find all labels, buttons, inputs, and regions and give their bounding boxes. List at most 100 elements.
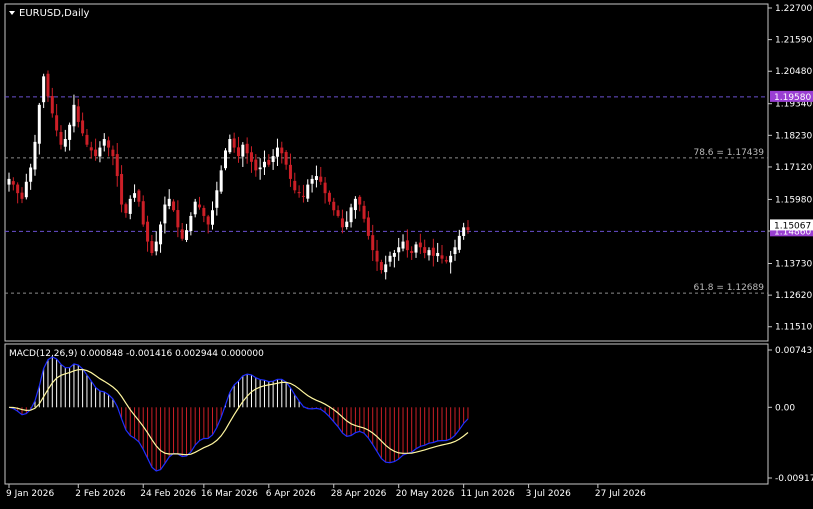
time-tick-label: 24 Feb 2026 bbox=[140, 489, 196, 499]
price-tick-label: 1.15980 bbox=[775, 195, 812, 205]
candle-body bbox=[124, 204, 128, 214]
candle-body bbox=[358, 196, 362, 205]
price-tick-label: 1.18230 bbox=[775, 131, 812, 141]
chart-window[interactable]: 78.6 = 1.17439 61.8 = 1.12689 1.22700 1.21… bbox=[0, 0, 813, 505]
time-tick-label: 9 Jan 2026 bbox=[6, 489, 54, 499]
time-tick-label: 28 Apr 2026 bbox=[331, 489, 387, 499]
macd-label: MACD(12,26,9) 0.000848 -0.001416 0.00294… bbox=[9, 349, 264, 359]
candle-body bbox=[267, 159, 271, 165]
candle-body bbox=[206, 216, 210, 225]
candle-body bbox=[37, 104, 41, 144]
price-tick-label: 1.20480 bbox=[775, 67, 812, 77]
candle-body bbox=[176, 210, 180, 228]
candle-body bbox=[241, 144, 245, 157]
candle-body bbox=[180, 229, 184, 239]
candle-body bbox=[167, 198, 171, 207]
candle-body bbox=[189, 215, 193, 232]
candle-body bbox=[410, 251, 414, 253]
candle-body bbox=[20, 192, 24, 199]
candle-body bbox=[33, 141, 37, 170]
candle-body bbox=[172, 201, 176, 211]
candle-body bbox=[423, 247, 427, 253]
candle-body bbox=[306, 184, 310, 199]
candle-body bbox=[85, 134, 89, 145]
candle-body bbox=[146, 221, 150, 242]
candle-body bbox=[98, 147, 102, 157]
candle-body bbox=[50, 96, 54, 114]
candle-body bbox=[102, 139, 106, 146]
candle-body bbox=[94, 149, 98, 157]
macd-tick-label: -0.009176 bbox=[775, 474, 813, 484]
candle-body bbox=[59, 132, 63, 145]
candle-body bbox=[63, 139, 67, 147]
candle-body bbox=[262, 161, 266, 168]
time-tick-label: 11 Jun 2026 bbox=[461, 489, 515, 499]
candle-body bbox=[449, 255, 453, 263]
price-tick-label: 1.12620 bbox=[775, 291, 812, 301]
candle-body bbox=[388, 255, 392, 262]
candle-body bbox=[115, 154, 119, 177]
candle-body bbox=[219, 170, 223, 192]
price-tick-label: 1.11510 bbox=[775, 323, 812, 333]
candle-body bbox=[107, 140, 111, 148]
candle-body bbox=[466, 227, 470, 231]
candle-body bbox=[215, 190, 219, 208]
candle-body bbox=[163, 204, 167, 224]
candle-body bbox=[431, 247, 435, 256]
candle-body bbox=[16, 184, 20, 194]
candle-body bbox=[133, 193, 137, 198]
candle-body bbox=[232, 138, 236, 148]
candle-body bbox=[327, 192, 331, 202]
time-tick-label: 27 Jul 2026 bbox=[595, 489, 646, 499]
candle-body bbox=[319, 176, 323, 182]
candle-body bbox=[81, 120, 85, 134]
candle-body bbox=[418, 242, 422, 248]
time-tick-label: 6 Apr 2026 bbox=[266, 489, 316, 499]
symbol-label: EURUSD,Daily bbox=[19, 8, 90, 19]
price-tick-label: 1.22700 bbox=[775, 4, 812, 14]
candle-body bbox=[310, 178, 314, 184]
candle-body bbox=[414, 244, 418, 253]
candle-body bbox=[228, 139, 232, 153]
time-tick-label: 20 May 2026 bbox=[396, 489, 455, 499]
candle-body bbox=[202, 207, 206, 216]
candle-body bbox=[245, 143, 249, 154]
candle-body bbox=[150, 241, 154, 253]
candle-body bbox=[397, 247, 401, 253]
fibonacci-level-label: 61.8 = 1.12689 bbox=[693, 283, 764, 293]
candle-body bbox=[159, 224, 163, 245]
candle-body bbox=[72, 104, 76, 127]
candle-body bbox=[301, 195, 305, 197]
candle-body bbox=[371, 235, 375, 251]
candle-body bbox=[89, 147, 93, 151]
candle-body bbox=[258, 167, 262, 170]
candle-body bbox=[314, 176, 318, 181]
time-tick-label: 16 Mar 2026 bbox=[201, 489, 258, 499]
candle-body bbox=[375, 250, 379, 262]
candle-body bbox=[405, 240, 409, 251]
candle-body bbox=[185, 230, 189, 240]
level-price-tag-label: 1.19580 bbox=[774, 93, 811, 103]
candle-body bbox=[444, 260, 448, 262]
candle-body bbox=[284, 152, 288, 165]
candle-body bbox=[362, 205, 366, 219]
candle-body bbox=[293, 180, 297, 191]
candle-body bbox=[224, 150, 227, 169]
candle-body bbox=[349, 207, 353, 223]
candle-body bbox=[345, 221, 349, 228]
candle-body bbox=[55, 115, 59, 131]
candle-body bbox=[340, 218, 344, 228]
candle-body bbox=[137, 190, 141, 202]
candle-body bbox=[462, 227, 466, 236]
candle-body bbox=[154, 241, 158, 252]
candle-body bbox=[42, 76, 46, 103]
candle-body bbox=[211, 210, 215, 225]
candle-body bbox=[120, 174, 124, 205]
candle-body bbox=[392, 252, 396, 257]
candle-body bbox=[11, 181, 15, 185]
candle-body bbox=[275, 147, 279, 157]
candle-body bbox=[198, 204, 202, 208]
time-tick-label: 2 Feb 2026 bbox=[75, 489, 126, 499]
price-tick-label: 1.13730 bbox=[775, 260, 812, 270]
candle-body bbox=[128, 198, 132, 214]
